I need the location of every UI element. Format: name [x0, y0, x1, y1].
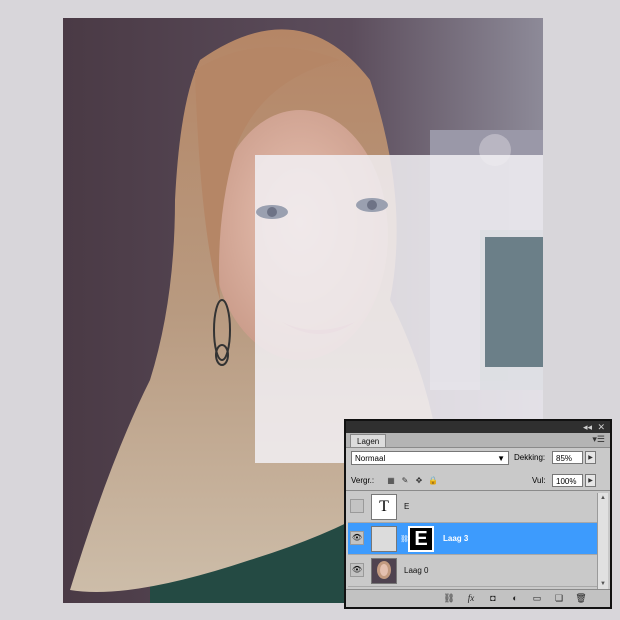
eye-icon[interactable]: 👁 — [350, 563, 364, 577]
opacity-field[interactable]: 85% — [552, 451, 583, 464]
fx-icon[interactable]: fx — [464, 592, 478, 604]
layer-row-laag-0[interactable]: 👁 Laag 0 — [348, 555, 598, 587]
panel-menu-icon[interactable]: ▾☰ — [592, 434, 605, 445]
layers-panel: ◂◂ ✕ Lagen ▾☰ Normaal ▼ Dekking: 85% ▶ V… — [344, 419, 612, 609]
layer-thumbnail — [371, 526, 397, 552]
blend-mode-value: Normaal — [355, 454, 386, 463]
photoshop-canvas: ◂◂ ✕ Lagen ▾☰ Normaal ▼ Dekking: 85% ▶ V… — [0, 0, 620, 620]
lock-label: Vergr.: — [351, 476, 375, 485]
layer-name: Laag 0 — [404, 566, 429, 575]
lock-all-icon[interactable]: 🔒 — [428, 476, 438, 486]
layer-name: Laag 3 — [443, 534, 469, 543]
folder-icon[interactable]: ▭ — [530, 592, 544, 604]
panel-title-bar: ◂◂ ✕ — [346, 421, 610, 433]
lock-position-icon[interactable]: ✥ — [414, 476, 424, 486]
layer-list: T E 👁 ⛓ E Laag 3 👁 Laag 0 — [348, 491, 598, 589]
text-layer-thumbnail: T — [371, 494, 397, 520]
scroll-down-icon[interactable]: ▼ — [598, 579, 608, 589]
tab-layers[interactable]: Lagen — [350, 434, 387, 447]
visibility-toggle-empty[interactable] — [350, 499, 364, 513]
layer-row-laag-3[interactable]: 👁 ⛓ E Laag 3 — [348, 523, 598, 555]
panel-tab-row: Lagen ▾☰ — [346, 433, 610, 448]
fill-field[interactable]: 100% — [552, 474, 583, 487]
panel-bottom-toolbar: ⛓ fx ◘ ◐ ▭ ❏ 🗑 — [346, 589, 610, 607]
collapse-icon[interactable]: ◂◂ — [583, 422, 592, 432]
chevron-down-icon: ▼ — [497, 454, 505, 463]
photo-thumbnail — [371, 558, 397, 584]
eye-icon[interactable]: 👁 — [350, 531, 364, 545]
scroll-up-icon[interactable]: ▲ — [598, 493, 608, 503]
blend-mode-select[interactable]: Normaal ▼ — [351, 451, 509, 465]
new-layer-icon[interactable]: ❏ — [552, 592, 566, 604]
link-icon[interactable]: ⛓ — [442, 592, 456, 604]
layer-row-e[interactable]: T E — [348, 491, 598, 523]
opacity-stepper-button[interactable]: ▶ — [585, 451, 596, 464]
lock-pixels-icon[interactable]: ✎ — [400, 476, 410, 486]
fill-label: Vul: — [532, 476, 546, 485]
layer-name: E — [404, 502, 410, 511]
lock-transparency-icon[interactable]: ▦ — [386, 476, 396, 486]
adjustment-icon[interactable]: ◐ — [508, 592, 522, 604]
layer-scrollbar[interactable]: ▲ ▼ — [597, 493, 608, 589]
mask-thumbnail[interactable]: E — [408, 526, 434, 552]
fill-stepper-button[interactable]: ▶ — [585, 474, 596, 487]
opacity-label: Dekking: — [514, 453, 546, 462]
trash-icon[interactable]: 🗑 — [574, 592, 588, 604]
close-icon[interactable]: ✕ — [597, 422, 605, 432]
mask-icon[interactable]: ◘ — [486, 592, 500, 604]
portrait-thumbnail-image — [372, 559, 396, 583]
